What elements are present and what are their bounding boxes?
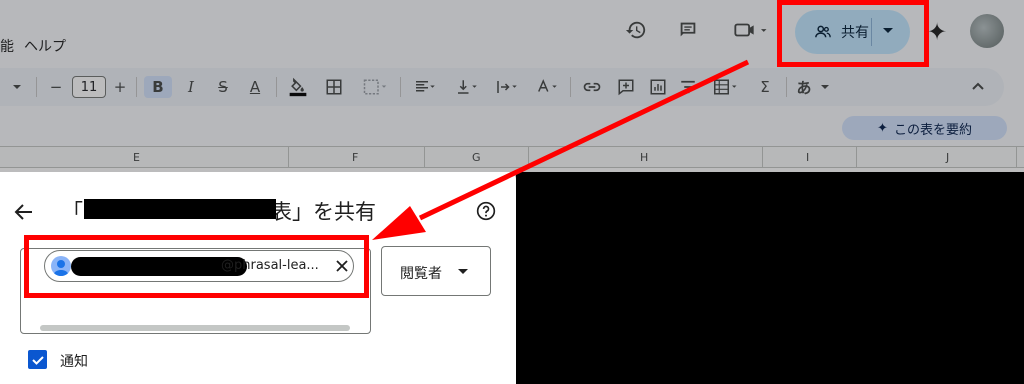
annotation-arrow <box>372 59 750 240</box>
